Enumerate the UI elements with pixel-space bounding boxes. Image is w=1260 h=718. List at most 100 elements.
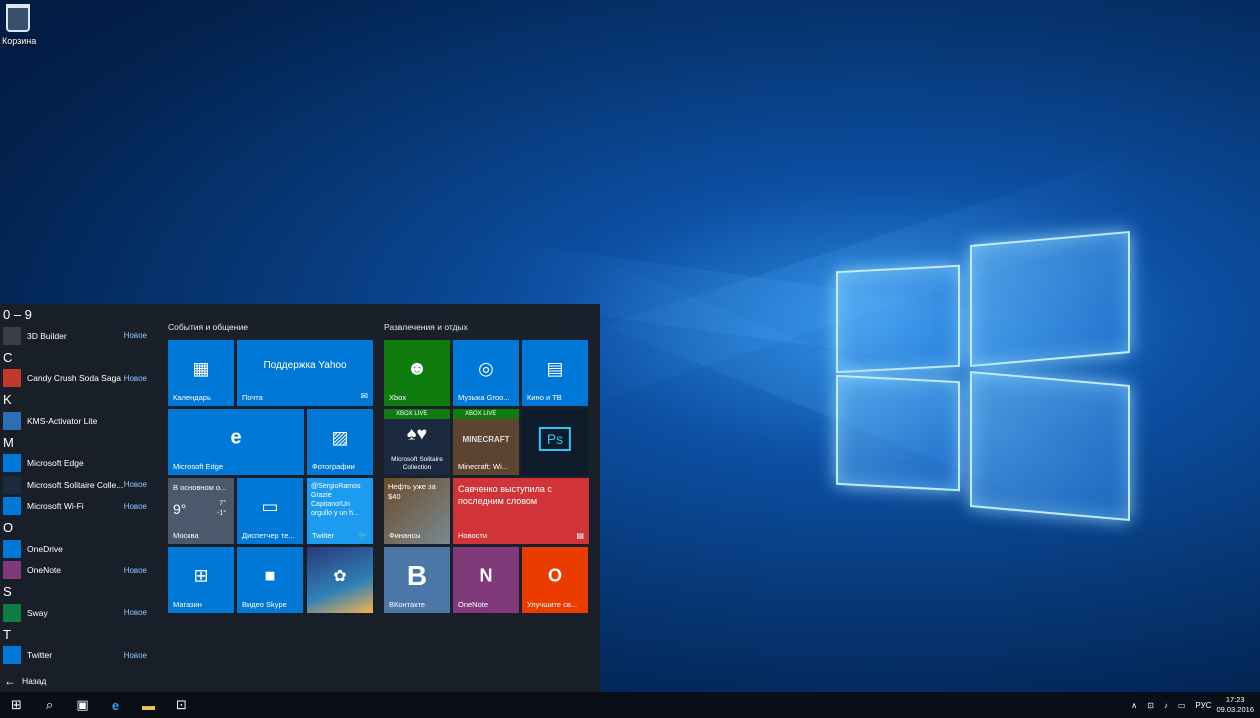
app-list-item[interactable]: Sway Новое [0, 602, 155, 624]
tile-label: Финансы [389, 531, 421, 540]
app-list-letter-header[interactable]: S [0, 581, 155, 602]
tile-onenote[interactable]: N OneNote [453, 547, 519, 613]
tile-label: Почта [242, 393, 263, 402]
mail-icon: ✉ [360, 391, 368, 401]
store-icon: ⊡ [176, 697, 187, 712]
tile-twitter[interactable]: @SergioRamos Grazie Capitano!Un orgullo … [307, 478, 373, 544]
system-tray: ∧ ⊡ ♪ ▭ РУС 17:23 09.03.2016 [1126, 692, 1260, 718]
new-badge: Новое [123, 650, 147, 660]
tile-label: Фотографии [312, 462, 355, 471]
app-list-item-label: KMS-Activator Lite [27, 415, 98, 426]
app-list-item[interactable]: Twitter Новое [0, 645, 155, 667]
tile-xbox[interactable]: ☻ Xbox [384, 340, 450, 406]
vk-icon: B [406, 560, 428, 592]
tile-label: Новости [458, 531, 488, 540]
back-arrow-icon: ← [4, 674, 16, 688]
task-view-button[interactable]: ▣ [66, 692, 99, 718]
app-list-item[interactable]: OneDrive [0, 538, 155, 560]
app-list-item[interactable]: Microsoft Wi-Fi Новое [0, 496, 155, 518]
tile-photos[interactable]: ▨ Фотографии [307, 409, 373, 475]
app-list-item-label: Twitter [27, 650, 53, 661]
sway-icon [3, 603, 21, 622]
taskbar: ⊞ ⌕ ▣ e ▬ ⊡ ∧ ⊡ ♪ ▭ РУС 17:23 09.03.2016 [0, 692, 1260, 718]
group-title-events: События и общение [168, 322, 248, 332]
onedrive-icon [3, 539, 21, 558]
back-label: Назад [22, 676, 47, 686]
tile-office[interactable]: O Улучшите св... [522, 547, 588, 613]
start-button[interactable]: ⊞ [0, 692, 33, 718]
tile-label: Музыка Groo... [458, 393, 510, 402]
app-list-letter-header[interactable]: O [0, 517, 155, 538]
app-list-item-label: OneNote [27, 565, 62, 576]
tile-label: Диспетчер те... [242, 531, 295, 540]
app-list-item[interactable]: OneNote Новое [0, 560, 155, 582]
tile-solitaire[interactable]: XBOX LIVE ♠♥ Microsoft Solitaire Collect… [384, 409, 450, 475]
tile-edge[interactable]: e Microsoft Edge [168, 409, 304, 475]
group-title-entertainment: Развлечения и отдых [384, 322, 468, 332]
app-list-letter-header[interactable]: C [0, 347, 155, 368]
edge-icon: e [230, 426, 242, 449]
edge-icon: e [111, 697, 120, 713]
app-list-item-label: 3D Builder [27, 330, 67, 341]
search-button[interactable]: ⌕ [33, 692, 66, 718]
tile-groove[interactable]: ◎ Музыка Groo... [453, 340, 519, 406]
app-list-item-label: Microsoft Edge [27, 458, 84, 469]
network-icon[interactable]: ⊡ [1147, 701, 1154, 710]
app-list-letter-header[interactable]: M [0, 432, 155, 453]
clock[interactable]: 17:23 09.03.2016 [1216, 695, 1254, 715]
taskbar-store[interactable]: ⊡ [165, 692, 198, 718]
new-badge: Новое [123, 501, 147, 511]
tile-label: ВКонтакте [389, 600, 426, 609]
language-indicator[interactable]: РУС [1195, 701, 1211, 710]
tile-movies[interactable]: ▤ Кино и ТВ [522, 340, 588, 406]
taskbar-edge[interactable]: e [99, 692, 132, 718]
tile-weather[interactable]: В основном о... 9° 7° -1° Москва [168, 478, 234, 544]
office-icon: O [547, 565, 563, 586]
app-list-item[interactable]: Microsoft Edge [0, 453, 155, 475]
tile-candy-crush[interactable]: ✿ [307, 547, 373, 613]
tile-photoshop-express[interactable]: Ps [522, 409, 588, 475]
app-list-letter-header[interactable]: 0 – 9 [0, 304, 155, 325]
photoshop-icon: Ps [538, 427, 572, 452]
onenote-icon: N [479, 565, 493, 586]
app-list-item[interactable]: KMS-Activator Lite [0, 410, 155, 432]
news-icon: ▤ [576, 531, 584, 540]
taskbar-file-explorer[interactable]: ▬ [132, 692, 165, 718]
back-button[interactable]: ← Назад [0, 670, 155, 692]
video-camera-icon: ■ [264, 565, 276, 586]
app-list-item[interactable]: 3D Builder Новое [0, 325, 155, 347]
twitter-bird-icon: 🐦 [358, 531, 368, 540]
twitter-icon [3, 646, 21, 665]
app-list-letter-header[interactable]: K [0, 389, 155, 410]
tile-news[interactable]: Савченко выступила с последним словом Но… [453, 478, 589, 544]
app-list-item[interactable]: Candy Crush Soda Saga Новое [0, 368, 155, 390]
tile-minecraft[interactable]: XBOX LIVE MINECRAFT Minecraft: Wi... [453, 409, 519, 475]
groove-music-icon: ◎ [478, 358, 494, 379]
tile-label: Xbox [389, 393, 407, 402]
volume-icon[interactable]: ♪ [1164, 701, 1168, 710]
tile-mail[interactable]: Поддержка Yahoo Почта ✉ [237, 340, 373, 406]
tile-store[interactable]: ⊞ Магазин [168, 547, 234, 613]
xbox-live-banner: XBOX LIVE [453, 409, 519, 419]
edge-icon [3, 454, 21, 473]
twitter-feed-text: @SergioRamos Grazie Capitano!Un orgullo … [311, 483, 361, 517]
calendar-icon: ▦ [192, 358, 210, 379]
candy-crush-icon [3, 369, 21, 388]
task-view-icon: ▣ [76, 697, 89, 712]
tile-devices[interactable]: ▭ Диспетчер те... [237, 478, 303, 544]
news-headline: Савченко выступила с последним словом [458, 484, 552, 506]
app-list-item[interactable]: Microsoft Solitaire Colle... Новое [0, 474, 155, 496]
3d-builder-icon [3, 326, 21, 345]
candy-crush-art-icon: ✿ [333, 568, 347, 586]
tile-finance[interactable]: Нефть уже за $40 Финансы [384, 478, 450, 544]
mail-headline: Поддержка Yahoo [263, 360, 347, 371]
app-list[interactable]: 0 – 9 3D Builder Новое C Candy Crush Soda Sa… [0, 304, 155, 670]
recycle-bin-desktop-icon[interactable]: Корзина [2, 4, 36, 46]
tile-calendar[interactable]: ▦ Календарь [168, 340, 234, 406]
tile-vkontakte[interactable]: B ВКонтакте [384, 547, 450, 613]
action-center-icon[interactable]: ▭ [1178, 701, 1186, 710]
app-list-letter-header[interactable]: T [0, 624, 155, 645]
tile-skype[interactable]: ■ Видео Skype [237, 547, 303, 613]
chevron-up-icon[interactable]: ∧ [1131, 701, 1137, 710]
minecraft-logo: MINECRAFT [462, 435, 510, 444]
